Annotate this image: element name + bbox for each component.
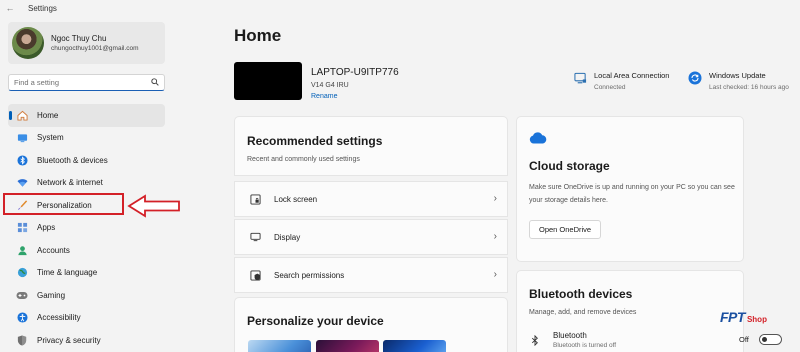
network-status[interactable]: Local Area Connection Connected <box>573 71 669 91</box>
apps-icon <box>16 222 28 234</box>
rename-link[interactable]: Rename <box>311 93 337 100</box>
accessibility-icon <box>16 312 28 324</box>
chevron-right-icon: › <box>493 193 497 204</box>
monitor-network-icon <box>573 71 587 85</box>
system-icon <box>16 132 28 144</box>
sidebar-item-label: Time & language <box>37 268 98 278</box>
device-model: V14 G4 IRU <box>311 82 349 89</box>
bluetooth-devices-card: Bluetooth devices Manage, add, and remov… <box>516 270 782 352</box>
sidebar-item-label: Network & internet <box>37 178 103 188</box>
sidebar-item-apps[interactable]: Apps <box>8 217 165 240</box>
sidebar-item-label: Privacy & security <box>37 335 101 345</box>
sidebar-item-accounts[interactable]: Accounts <box>8 239 165 262</box>
sidebar-item-label: Gaming <box>37 290 66 300</box>
recommended-item-label: Lock screen <box>274 194 318 204</box>
open-onedrive-button[interactable]: Open OneDrive <box>529 220 602 239</box>
windows-update-icon <box>688 71 702 85</box>
sidebar-item-label: Bluetooth & devices <box>37 155 108 165</box>
network-status-text: Connected <box>594 84 626 91</box>
cloud-description: Make sure OneDrive is up and running on … <box>529 184 735 204</box>
search-input[interactable] <box>14 78 151 87</box>
sidebar-item-home[interactable]: Home <box>8 104 165 127</box>
recommended-item-lock-screen[interactable]: Lock screen › <box>234 181 508 217</box>
sidebar-item-label: Home <box>37 110 59 120</box>
bluetooth-toggle-label: Off <box>739 335 749 344</box>
recommended-item-label: Search permissions <box>274 270 345 280</box>
fptshop-watermark-logo: FPT Shop <box>720 309 767 325</box>
page-title: Home <box>234 26 282 45</box>
windows-update-status[interactable]: Windows Update Last checked: 16 hours ag… <box>688 71 789 91</box>
sidebar-item-label: Apps <box>37 223 56 233</box>
sidebar-item-gaming[interactable]: Gaming <box>8 284 165 307</box>
search-permissions-icon <box>249 269 261 281</box>
sidebar-item-label: Accessibility <box>37 313 81 323</box>
recommended-item-label: Display <box>274 232 301 242</box>
sidebar-item-time-language[interactable]: Time & language <box>8 262 165 285</box>
bluetooth-item-status: Bluetooth is turned off <box>553 342 617 349</box>
gamepad-icon <box>16 289 28 301</box>
sidebar-nav: Home System Bluetooth & devices Network … <box>8 104 165 352</box>
bluetooth-subtitle: Manage, add, and remove devices <box>529 309 637 316</box>
sidebar-item-system[interactable]: System <box>8 127 165 150</box>
lock-screen-icon <box>249 193 261 205</box>
theme-thumbnail-light[interactable] <box>248 340 311 352</box>
theme-thumbnail-blue[interactable] <box>383 340 446 352</box>
annotation-highlight-box <box>3 193 124 215</box>
sidebar: Ngoc Thuy Chu chungocthuy1001@gmail.com … <box>0 16 172 352</box>
bluetooth-title: Bluetooth devices <box>529 287 633 301</box>
bluetooth-icon <box>531 333 539 351</box>
personalize-title: Personalize your device <box>247 314 384 328</box>
cloud-icon <box>529 131 547 149</box>
wifi-icon <box>16 177 28 189</box>
profile-name: Ngoc Thuy Chu <box>51 34 107 43</box>
shield-icon <box>16 334 28 346</box>
sidebar-item-privacy[interactable]: Privacy & security <box>8 329 165 352</box>
network-title: Local Area Connection <box>594 71 670 80</box>
recommended-settings-card: Recommended settings Recent and commonly… <box>234 116 508 176</box>
profile-email: chungocthuy1001@gmail.com <box>51 45 139 52</box>
cloud-storage-card: Cloud storage Make sure OneDrive is up a… <box>516 116 744 262</box>
back-arrow-icon[interactable]: ← <box>2 3 18 13</box>
chevron-right-icon: › <box>493 269 497 280</box>
device-name: LAPTOP-U9ITP776 <box>311 67 399 78</box>
device-image <box>234 62 302 100</box>
display-icon <box>249 232 261 242</box>
sidebar-item-label: System <box>37 133 64 143</box>
cloud-title: Cloud storage <box>529 159 610 173</box>
watermark-suffix: Shop <box>746 315 767 324</box>
main-content: Home LAPTOP-U9ITP776 V14 G4 IRU Rename L… <box>234 16 800 352</box>
update-status-text: Last checked: 16 hours ago <box>709 84 789 91</box>
sidebar-item-accessibility[interactable]: Accessibility <box>8 307 165 330</box>
title-bar: ← Settings <box>0 0 800 16</box>
search-box[interactable] <box>8 74 165 91</box>
sidebar-item-label: Accounts <box>37 245 70 255</box>
sidebar-item-network[interactable]: Network & internet <box>8 172 165 195</box>
watermark-brand: FPT <box>720 309 745 325</box>
avatar <box>12 27 44 59</box>
chevron-right-icon: › <box>493 231 497 242</box>
recommended-item-search-permissions[interactable]: Search permissions › <box>234 257 508 293</box>
annotation-arrow-icon <box>127 194 180 218</box>
bluetooth-toggle[interactable] <box>759 334 782 345</box>
window-title: Settings <box>28 3 57 13</box>
theme-thumbnail-dark[interactable] <box>316 340 379 352</box>
update-title: Windows Update <box>709 71 766 80</box>
recommended-subtitle: Recent and commonly used settings <box>247 156 360 163</box>
user-profile[interactable]: Ngoc Thuy Chu chungocthuy1001@gmail.com <box>8 22 165 64</box>
sidebar-item-bluetooth[interactable]: Bluetooth & devices <box>8 149 165 172</box>
recommended-title: Recommended settings <box>247 134 383 148</box>
accounts-icon <box>16 244 28 256</box>
bluetooth-item-title: Bluetooth <box>553 331 587 340</box>
search-icon[interactable] <box>151 77 159 88</box>
globe-icon <box>16 267 28 279</box>
bluetooth-icon <box>16 154 28 166</box>
home-icon <box>16 109 28 121</box>
recommended-item-display[interactable]: Display › <box>234 219 508 255</box>
